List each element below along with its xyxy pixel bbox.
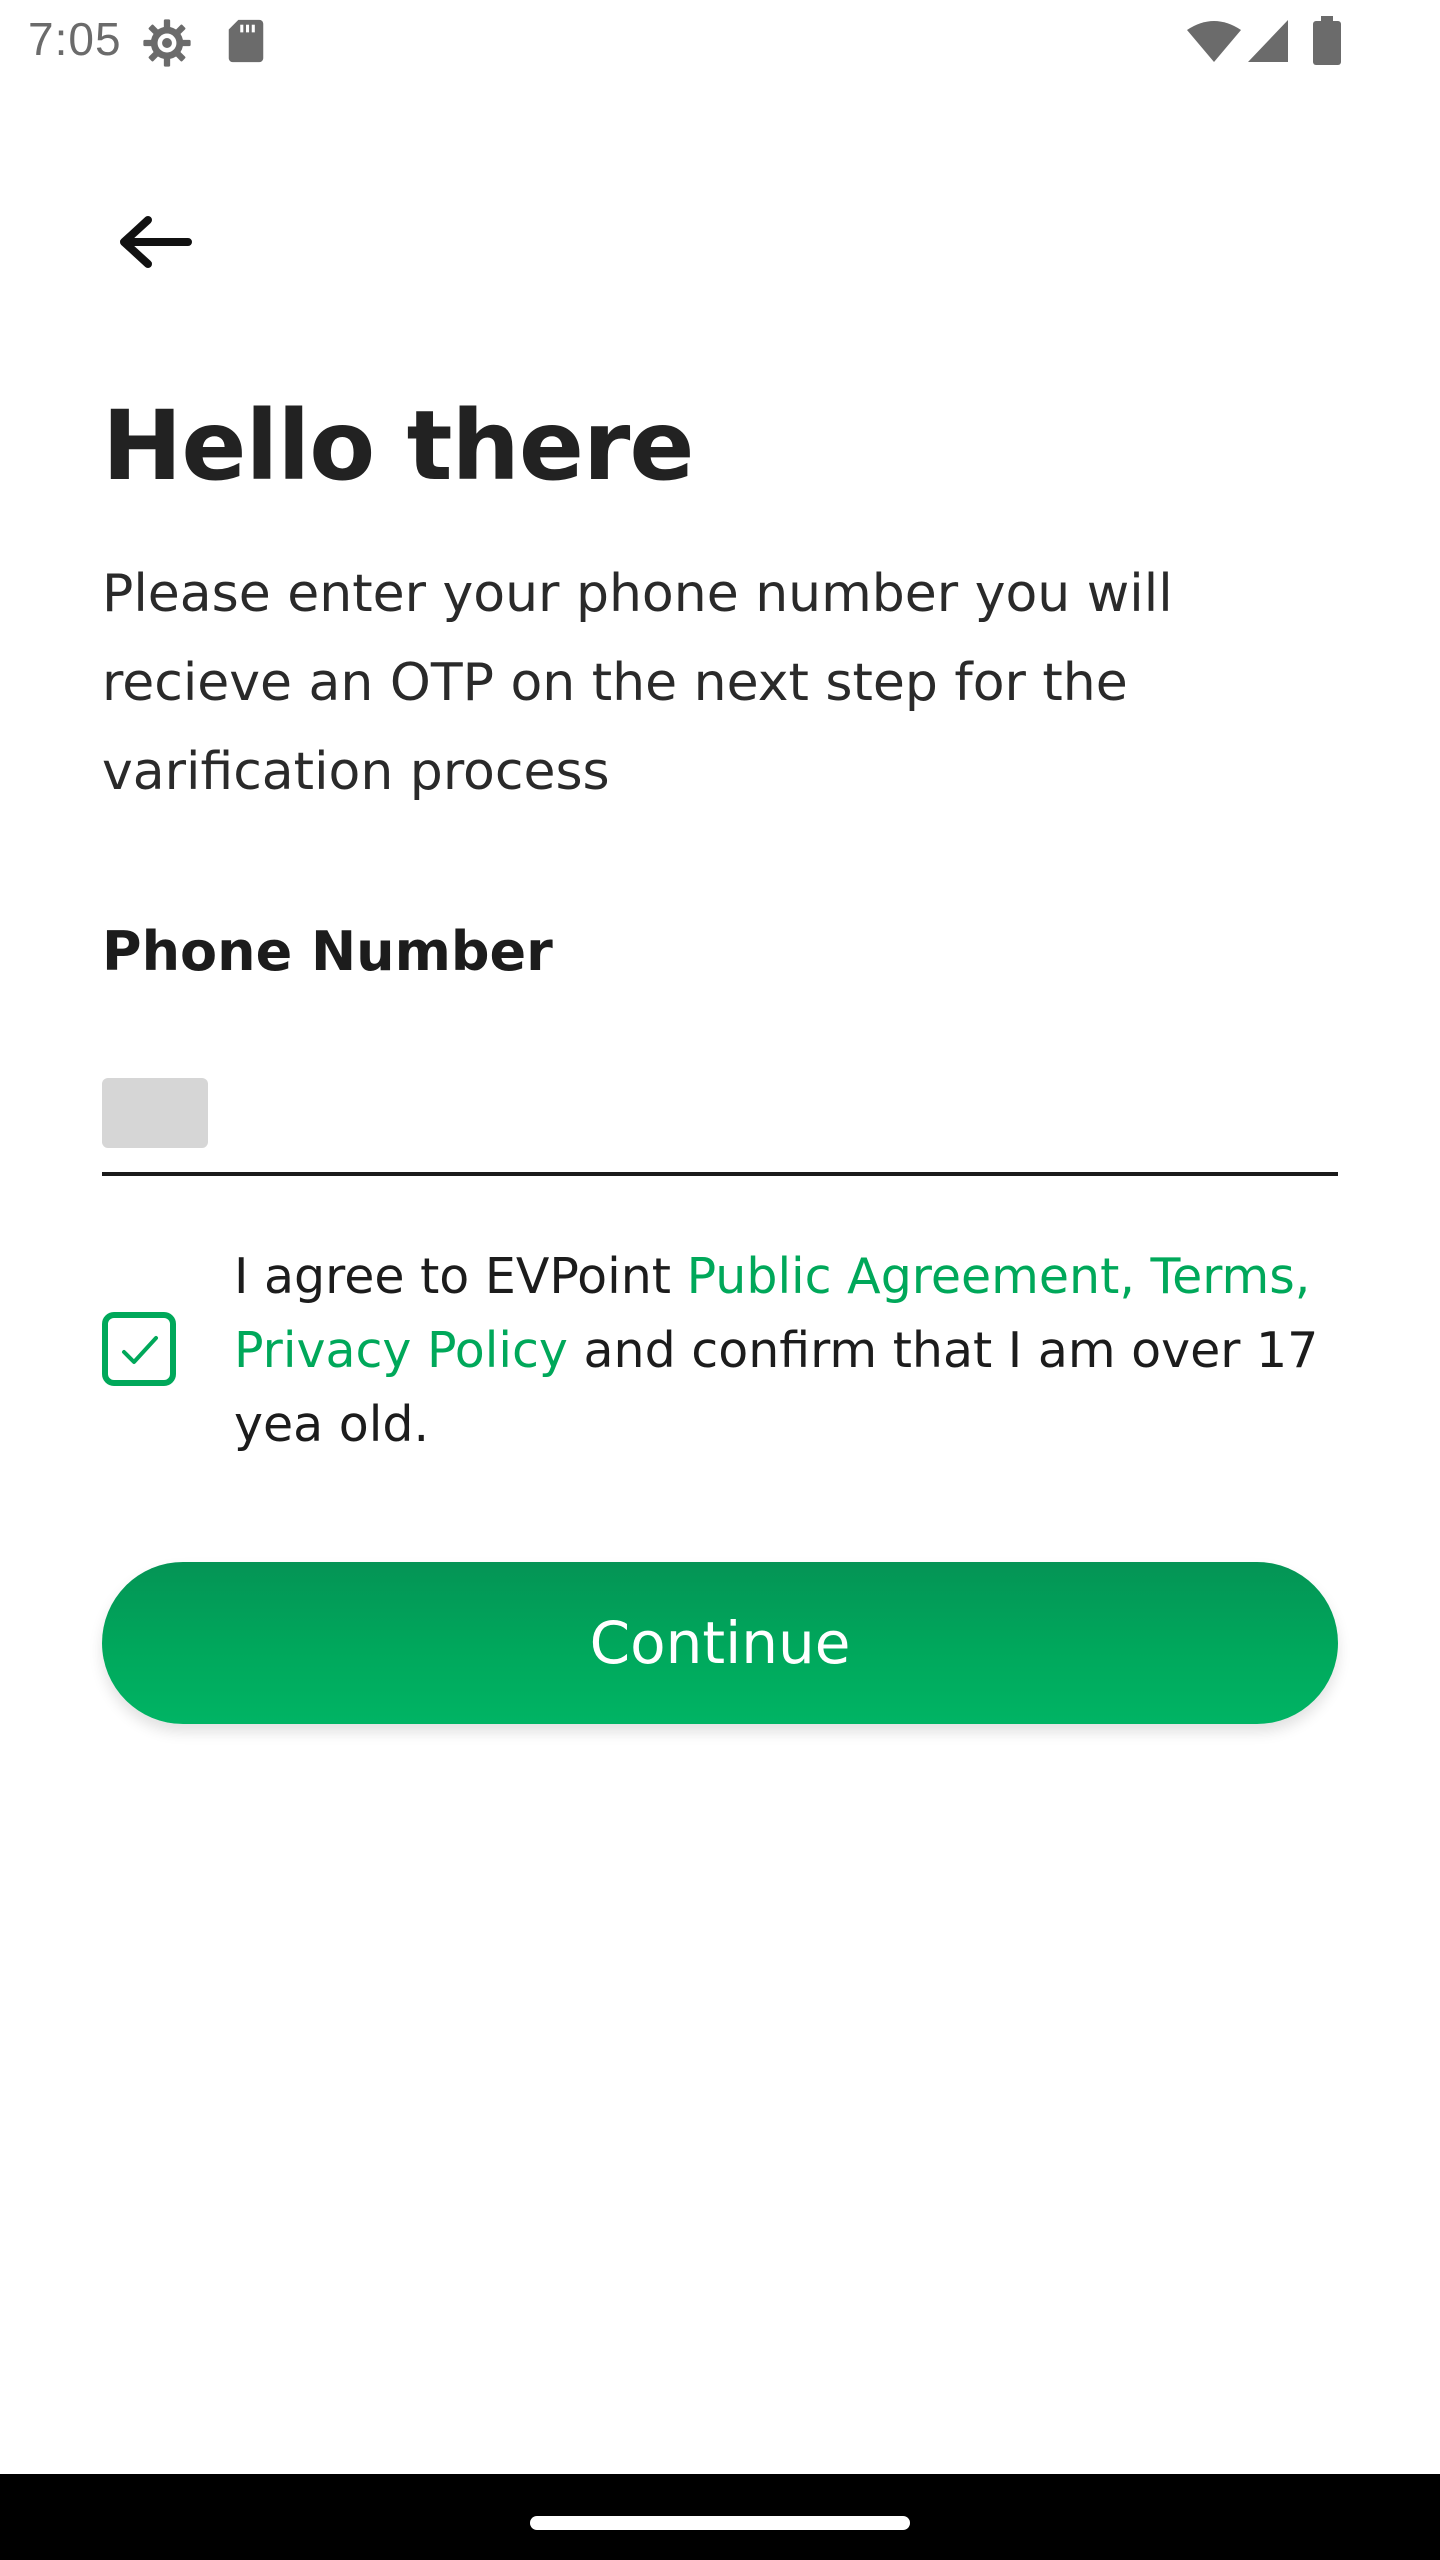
gear-icon <box>143 19 191 67</box>
signal-icon <box>1248 20 1288 62</box>
country-code-selector[interactable] <box>102 1078 208 1148</box>
phone-number-label: Phone Number <box>102 920 553 983</box>
sd-card-icon <box>228 19 264 63</box>
battery-icon <box>1313 16 1341 65</box>
agreement-prefix: I agree to EVPoint <box>234 1248 687 1305</box>
wifi-icon <box>1187 21 1241 62</box>
phone-number-field <box>102 1060 1338 1176</box>
checkmark-icon <box>122 1336 158 1364</box>
arrow-left-icon <box>120 216 192 268</box>
page-subtitle: Please enter your phone number you will … <box>102 564 1173 802</box>
agreement-text: I agree to EVPoint Public Agreement, Ter… <box>234 1240 1344 1462</box>
navigation-bar <box>0 2474 1440 2560</box>
home-indicator[interactable] <box>530 2516 910 2530</box>
status-bar: 7:05 <box>0 0 1440 84</box>
page-title: Hello there <box>102 390 694 502</box>
status-time: 7:05 <box>28 13 122 65</box>
phone-number-input[interactable] <box>232 1070 1326 1158</box>
back-button[interactable] <box>106 202 202 282</box>
agreement-checkbox[interactable] <box>102 1312 176 1386</box>
continue-button[interactable]: Continue <box>102 1562 1338 1724</box>
